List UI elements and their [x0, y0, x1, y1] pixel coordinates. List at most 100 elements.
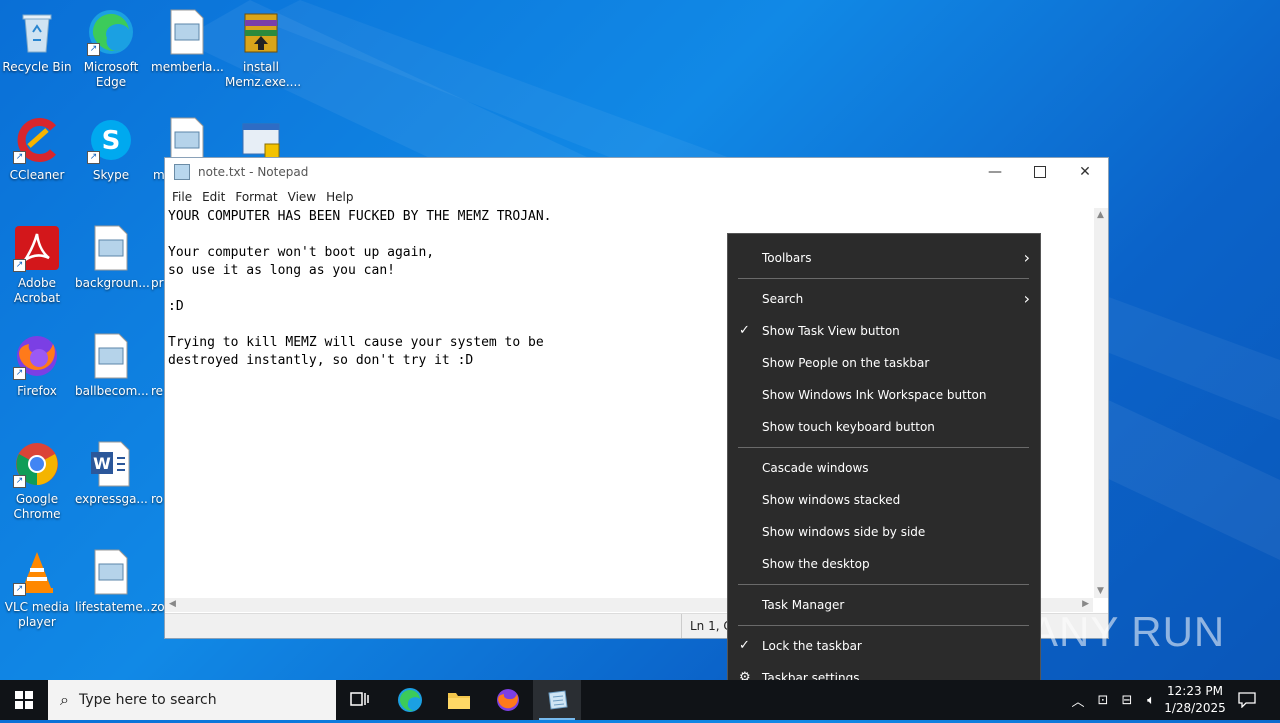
acrobat-icon: ↗	[13, 224, 61, 272]
desktop-icon-label: Google Chrome	[13, 492, 61, 521]
shortcut-arrow-icon: ↗	[13, 367, 26, 380]
desktop-icon-zo[interactable]: zo	[151, 548, 165, 615]
desktop-icon-vlc[interactable]: ↗ VLC media player	[1, 548, 73, 630]
shortcut-arrow-icon: ↗	[13, 259, 26, 272]
scroll-up-icon[interactable]: ▲	[1097, 210, 1104, 220]
taskbar-file-explorer-button[interactable]	[435, 680, 483, 720]
desktop-icon-skype[interactable]: S ↗ Skype	[75, 116, 147, 183]
desktop-icon-label: Microsoft Edge	[83, 60, 139, 89]
image-file-icon	[151, 224, 163, 272]
menu-item-side-by-side[interactable]: Show windows side by side	[728, 516, 1040, 548]
desktop-icon-google-chrome[interactable]: ↗ Google Chrome	[1, 440, 73, 522]
menu-item-label: Show the desktop	[762, 557, 870, 571]
network-icon: ⊟	[1121, 692, 1133, 708]
desktop-icon-label: VLC media player	[4, 600, 70, 629]
menu-item-label: Show People on the taskbar	[762, 356, 930, 370]
menu-bar: File Edit Format View Help	[165, 186, 1108, 208]
menu-item-show-ink-workspace[interactable]: Show Windows Ink Workspace button	[728, 379, 1040, 411]
notepad-icon	[548, 690, 568, 710]
action-center-button[interactable]	[1232, 680, 1262, 720]
menu-item-show-task-view[interactable]: ✓ Show Task View button	[728, 315, 1040, 347]
start-button[interactable]	[0, 680, 48, 720]
vertical-scrollbar[interactable]: ▲ ▼	[1094, 208, 1108, 598]
notepad-titlebar[interactable]: note.txt - Notepad — ✕	[165, 158, 1108, 186]
menu-item-show-people[interactable]: Show People on the taskbar	[728, 347, 1040, 379]
shortcut-arrow-icon: ↗	[13, 475, 26, 488]
taskbar-firefox-button[interactable]	[484, 680, 532, 720]
menu-view[interactable]: View	[283, 190, 321, 204]
desktop-icon-expressga[interactable]: W expressga...	[75, 440, 148, 507]
desktop-icon-install-memz[interactable]: install Memz.exe....	[225, 8, 302, 90]
desktop-icon-adobe-acrobat[interactable]: ↗ Adobe Acrobat	[1, 224, 73, 306]
tray-volume-button[interactable]: 🔈︎	[1140, 680, 1162, 720]
desktop-icon-label: install Memz.exe....	[225, 60, 302, 89]
folder-icon	[448, 693, 470, 709]
menu-item-lock-taskbar[interactable]: ✓ Lock the taskbar	[728, 630, 1040, 662]
winrar-archive-icon	[237, 8, 285, 56]
task-view-button[interactable]	[336, 680, 384, 720]
image-file-icon	[87, 224, 135, 272]
menu-item-search[interactable]: Search ›	[728, 283, 1040, 315]
svg-text:S: S	[102, 126, 121, 156]
menu-separator	[738, 625, 1029, 626]
desktop-icon-firefox[interactable]: ↗ Firefox	[1, 332, 73, 399]
menu-file[interactable]: File	[167, 190, 197, 204]
menu-item-toolbars[interactable]: Toolbars ›	[728, 242, 1040, 274]
menu-help[interactable]: Help	[321, 190, 358, 204]
shortcut-arrow-icon: ↗	[87, 43, 100, 56]
desktop-icon-memberla[interactable]: memberla...	[151, 8, 224, 75]
tray-device-icon-button[interactable]: ⊡	[1092, 680, 1114, 720]
menu-item-show-desktop[interactable]: Show the desktop	[728, 548, 1040, 580]
menu-item-label: Show Windows Ink Workspace button	[762, 388, 987, 402]
shortcut-arrow-icon: ↗	[87, 151, 100, 164]
show-hidden-icons-button[interactable]: ︿	[1068, 680, 1088, 720]
desktop-icon-ballbecom[interactable]: ballbecom...	[75, 332, 149, 399]
tray-network-button[interactable]: ⊟	[1116, 680, 1138, 720]
menu-item-label: Lock the taskbar	[762, 639, 862, 653]
desktop-icon-label: memberla...	[151, 60, 224, 74]
recycle-bin-icon	[13, 8, 61, 56]
menu-item-label: Toolbars	[762, 251, 812, 265]
taskbar-notepad-button[interactable]	[533, 680, 581, 720]
desktop-icon-ro[interactable]: ro	[151, 440, 163, 507]
desktop-icon-lifestateme[interactable]: lifestateme...	[75, 548, 154, 615]
desktop-icon-pr[interactable]: pr	[151, 224, 164, 291]
close-icon: ✕	[1079, 164, 1091, 180]
menu-separator	[738, 278, 1029, 279]
desktop-icon-backgroun[interactable]: backgroun...	[75, 224, 150, 291]
firefox-icon: ↗	[13, 332, 61, 380]
minimize-button[interactable]: —	[972, 158, 1018, 186]
taskbar-context-menu: Toolbars › Search › ✓ Show Task View but…	[727, 233, 1041, 705]
word-document-icon: W	[87, 440, 135, 488]
menu-item-label: Cascade windows	[762, 461, 869, 475]
desktop-icon-ccleaner[interactable]: ↗ CCleaner	[1, 116, 73, 183]
desktop-icon-label: Recycle Bin	[2, 60, 72, 74]
desktop-icon-re[interactable]: re	[151, 332, 163, 399]
window-title: note.txt - Notepad	[198, 165, 309, 179]
taskbar-edge-button[interactable]	[386, 680, 434, 720]
chevron-right-icon: ›	[1023, 289, 1030, 308]
desktop-icon-recycle-bin[interactable]: Recycle Bin	[1, 8, 73, 75]
scroll-down-icon[interactable]: ▼	[1097, 586, 1104, 596]
taskbar[interactable]: ⌕ Type here to search ︿ ⊡ ⊟ 🔈︎ 12:23 PM …	[0, 680, 1280, 720]
menu-format[interactable]: Format	[230, 190, 282, 204]
taskbar-search-box[interactable]: ⌕ Type here to search	[48, 680, 336, 720]
close-button[interactable]: ✕	[1062, 158, 1108, 186]
notepad-icon	[174, 164, 190, 180]
image-file-icon	[151, 332, 163, 380]
checkmark-icon: ✓	[739, 323, 750, 338]
desktop-icon-edge[interactable]: ↗ Microsoft Edge	[75, 8, 147, 90]
scroll-left-icon[interactable]: ◀	[169, 599, 176, 609]
menu-item-show-touch-keyboard[interactable]: Show touch keyboard button	[728, 411, 1040, 443]
image-file-icon	[87, 548, 135, 596]
maximize-button[interactable]	[1017, 158, 1063, 186]
vlc-icon: ↗	[13, 548, 61, 596]
menu-item-stacked[interactable]: Show windows stacked	[728, 484, 1040, 516]
menu-item-cascade[interactable]: Cascade windows	[728, 452, 1040, 484]
taskbar-clock[interactable]: 12:23 PM 1/28/2025	[1163, 680, 1227, 723]
edge-icon	[398, 688, 422, 712]
menu-edit[interactable]: Edit	[197, 190, 230, 204]
menu-item-task-manager[interactable]: Task Manager	[728, 589, 1040, 621]
volume-icon: 🔈︎	[1147, 692, 1155, 708]
image-file-icon	[87, 332, 135, 380]
